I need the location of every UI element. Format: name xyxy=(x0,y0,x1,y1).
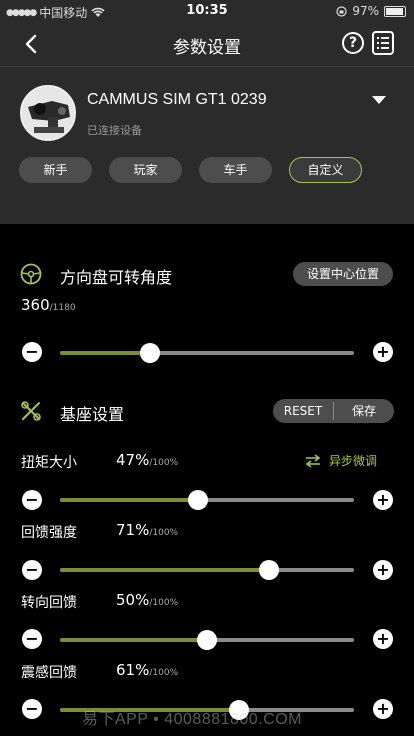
feedback-plus-button[interactable]: + xyxy=(373,560,393,580)
reset-button[interactable]: RESET xyxy=(273,399,333,423)
swap-arrows-icon xyxy=(305,453,321,468)
param-label-torque: 扭矩大小 xyxy=(21,455,77,471)
param-max: /100% xyxy=(149,598,179,608)
steering-value: 360 xyxy=(21,296,50,314)
async-tune-label: 异步微调 xyxy=(329,454,378,468)
base-title: 基座设置 xyxy=(60,405,125,424)
feedback-minus-button[interactable]: − xyxy=(22,560,42,580)
tools-icon xyxy=(21,401,41,421)
feedback-slider[interactable] xyxy=(60,560,354,580)
param-value: 47% xyxy=(116,451,150,469)
mode-button-custom[interactable]: 自定义 xyxy=(289,157,362,183)
watermark: 易下APP • 4008881800.COM xyxy=(82,711,302,728)
device-name[interactable]: CAMMUS SIM GT1 0239 xyxy=(87,91,267,109)
list-icon[interactable] xyxy=(372,31,394,55)
mode-button-driver[interactable]: 车手 xyxy=(199,157,272,183)
param-value-vibration: 61%/100% xyxy=(116,661,178,679)
param-max: /100% xyxy=(149,668,179,678)
steering-plus-button[interactable]: + xyxy=(373,342,393,362)
dropdown-caret-icon[interactable] xyxy=(372,96,386,104)
steering-feedback-slider[interactable] xyxy=(60,630,354,650)
slider-thumb[interactable] xyxy=(139,343,160,363)
steering-wheel-icon xyxy=(20,263,42,285)
device-status: 已连接设备 xyxy=(87,124,142,137)
nav-header: 参数设置 ? xyxy=(0,22,414,66)
param-value-torque: 47%/100% xyxy=(116,451,178,469)
steering-minus-button[interactable]: − xyxy=(22,342,42,362)
steering-slider[interactable] xyxy=(60,343,354,363)
param-value: 61% xyxy=(116,661,150,679)
device-image xyxy=(22,87,74,139)
slider-thumb[interactable] xyxy=(258,560,279,580)
set-center-button[interactable]: 设置中心位置 xyxy=(293,262,393,286)
torque-minus-button[interactable]: − xyxy=(22,490,42,510)
vibration-minus-button[interactable]: − xyxy=(22,699,42,719)
param-max: /100% xyxy=(149,458,179,468)
slider-thumb[interactable] xyxy=(188,490,209,510)
param-value: 50% xyxy=(116,591,150,609)
steering-max: /1180 xyxy=(49,303,76,313)
torque-slider[interactable] xyxy=(60,490,354,510)
device-panel: CAMMUS SIM GT1 0239 已连接设备 新手 玩家 车手 自定义 xyxy=(0,66,414,224)
status-right: 97% xyxy=(336,4,406,18)
slider-fill xyxy=(60,638,207,642)
async-tune-button[interactable]: 异步微调 xyxy=(305,452,377,469)
device-avatar xyxy=(20,85,76,141)
torque-plus-button[interactable]: + xyxy=(373,490,393,510)
steering-value-display: 360/1180 xyxy=(21,296,76,314)
battery-icon xyxy=(384,5,406,17)
slider-fill xyxy=(60,351,150,355)
mode-button-player[interactable]: 玩家 xyxy=(109,157,182,183)
param-value-feedback: 71%/100% xyxy=(116,521,178,539)
steering-title: 方向盘可转角度 xyxy=(60,268,173,287)
slider-fill xyxy=(60,498,199,502)
mode-button-beginner[interactable]: 新手 xyxy=(19,157,92,183)
param-label-steering-feedback: 转向回馈 xyxy=(21,595,77,611)
battery-percent: 97% xyxy=(352,4,379,18)
reset-save-group: RESET 保存 xyxy=(273,399,394,423)
param-label-vibration: 震感回馈 xyxy=(21,665,77,681)
steering-feedback-plus-button[interactable]: + xyxy=(373,629,393,649)
orientation-lock-icon xyxy=(336,5,347,17)
help-icon[interactable]: ? xyxy=(342,32,364,54)
vibration-plus-button[interactable]: + xyxy=(373,699,393,719)
param-max: /100% xyxy=(149,528,179,538)
param-value: 71% xyxy=(116,521,150,539)
steering-feedback-minus-button[interactable]: − xyxy=(22,629,42,649)
param-value-steering-feedback: 50%/100% xyxy=(116,591,178,609)
slider-fill xyxy=(60,568,269,572)
status-bar: ●●●●● 中国移动 10:35 97% xyxy=(0,0,414,22)
save-button[interactable]: 保存 xyxy=(334,399,394,423)
param-label-feedback: 回馈强度 xyxy=(21,525,77,541)
slider-thumb[interactable] xyxy=(197,630,217,650)
